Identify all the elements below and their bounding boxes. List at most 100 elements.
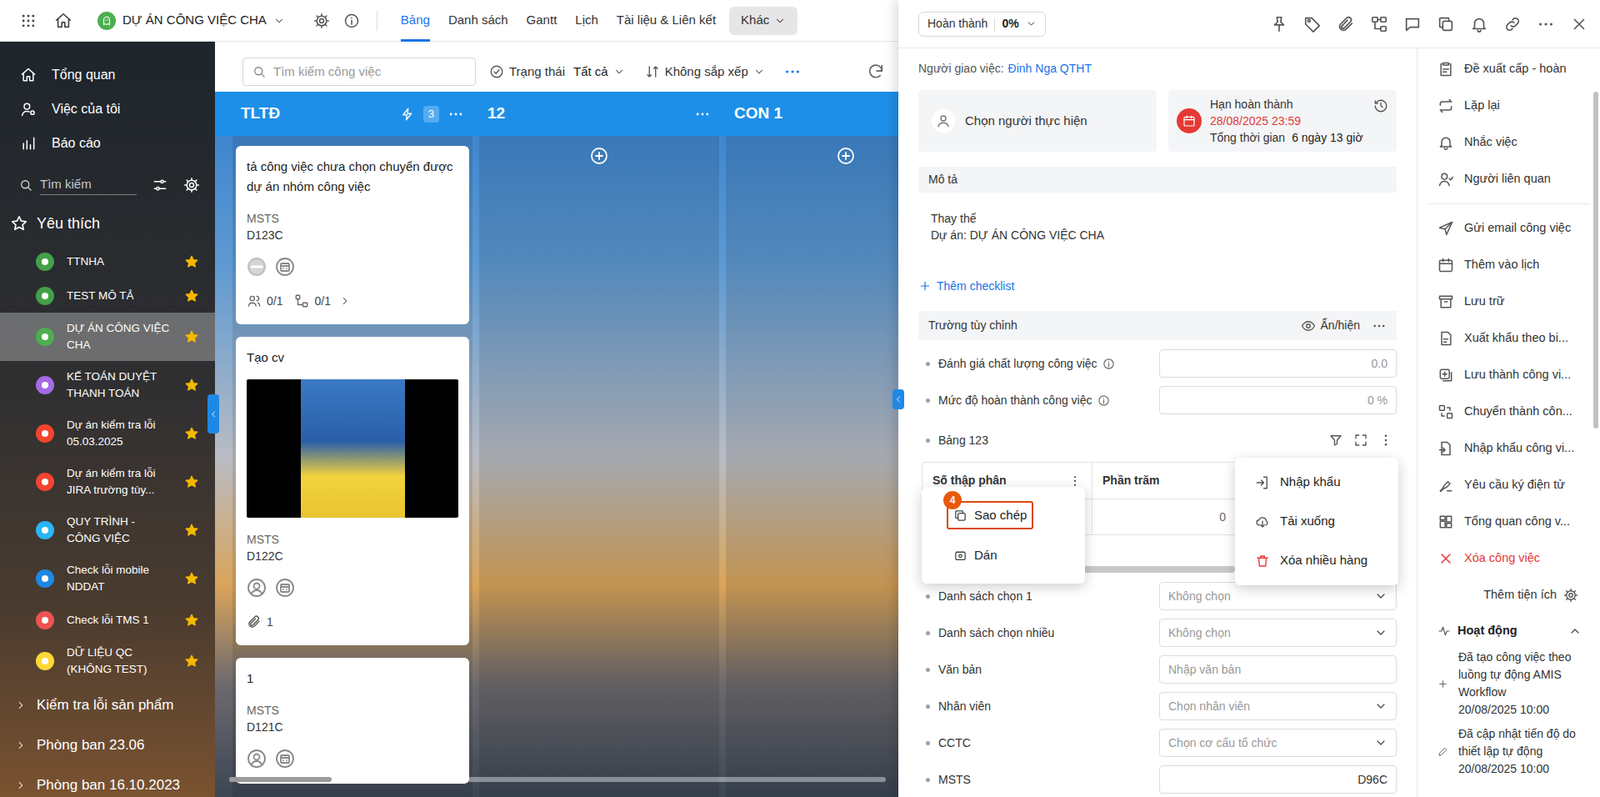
refresh-button[interactable] [866, 62, 885, 81]
favorite-project[interactable]: Check lỗi TMS 1 [0, 602, 215, 637]
star-toggle[interactable] [184, 653, 200, 669]
project-group[interactable]: Phòng ban 23.06 [0, 725, 215, 765]
structure-button[interactable] [1370, 15, 1389, 34]
view-tab[interactable]: Gantt [526, 0, 558, 42]
star-toggle[interactable] [184, 474, 200, 490]
filter-button[interactable] [151, 176, 169, 194]
star-toggle[interactable] [184, 329, 200, 345]
field-input[interactable]: 0 % [1159, 385, 1397, 415]
field-input[interactable]: D96C [1159, 765, 1397, 794]
action-item[interactable]: Đề xuất cấp - hoàn [1417, 50, 1600, 88]
favorite-project[interactable]: Check lỗi mobile NDDAT [0, 554, 215, 603]
table-header-cell[interactable]: Phần trăm [1091, 462, 1236, 499]
info-button[interactable] [343, 12, 360, 30]
more-button[interactable] [1536, 15, 1555, 34]
duplicate-button[interactable] [1436, 15, 1455, 34]
due-date-button[interactable] [275, 256, 295, 277]
attach-button[interactable] [1336, 15, 1355, 34]
favorite-project[interactable]: TEST MÔ TẢ [0, 278, 215, 313]
action-item[interactable]: Chuyển thành côn... [1417, 393, 1600, 430]
expand-toggle[interactable] [15, 779, 27, 791]
menu-item[interactable]: Tải xuống [1235, 501, 1399, 541]
favorite-project[interactable]: DỮ LIỆU QC (KHÔNG TEST) [0, 636, 215, 685]
tag-button[interactable] [1303, 15, 1322, 34]
home-button[interactable] [54, 11, 73, 30]
action-item[interactable]: Lưu thành công vi... [1417, 356, 1600, 394]
action-item[interactable]: Thêm vào lịch [1417, 246, 1600, 284]
project-group[interactable]: Phòng ban 16.10.2023 [0, 765, 215, 797]
collapse-sidebar-button[interactable] [207, 394, 220, 434]
menu-item[interactable]: Xóa nhiều hàng [1235, 540, 1399, 580]
field-input[interactable]: 0.0 [1159, 349, 1397, 378]
action-item[interactable]: Xuất khẩu theo bi... [1417, 320, 1600, 357]
task-card[interactable]: Tạo cvMSTSD122C1 [235, 336, 470, 645]
activity-header[interactable]: Hoạt động [1417, 613, 1600, 649]
star-toggle[interactable] [184, 425, 200, 441]
star-toggle[interactable] [184, 612, 200, 628]
favorite-project[interactable]: DỰ ÁN CÔNG VIỆC CHA [0, 312, 215, 361]
assignee-avatar[interactable] [246, 256, 267, 277]
description[interactable]: Thay thếDự án: DỰ ÁN CÔNG VIỆC CHA [918, 192, 1397, 244]
notify-button[interactable] [1470, 15, 1489, 34]
view-tab[interactable]: Bảng [400, 0, 430, 42]
comment-button[interactable] [1403, 15, 1422, 34]
menu-item[interactable]: Sao chép4 [921, 495, 1085, 535]
status-filter[interactable]: Trạng tháiTất cả [489, 62, 625, 82]
field-input[interactable]: Chọn nhân viên [1159, 691, 1397, 720]
project-switcher[interactable]: DỰ ÁN CÔNG VIỆC CHA [97, 10, 285, 30]
assignee-avatar[interactable] [246, 577, 267, 598]
assigner-name[interactable]: Đinh Nga QTHT [1008, 60, 1092, 77]
toggle-visibility[interactable]: Ẩn/hiện [1300, 316, 1360, 335]
field-input[interactable]: Không chọn [1159, 581, 1397, 610]
action-item[interactable]: Người liên quan [1417, 160, 1600, 198]
nav-item[interactable]: Việc của tôi [0, 91, 215, 126]
history-button[interactable] [1373, 98, 1389, 114]
filter-button[interactable] [1328, 432, 1344, 448]
view-tab[interactable]: Lịch [575, 0, 599, 42]
view-tab[interactable]: Tài liệu & Liên kết [616, 0, 716, 42]
task-card[interactable]: tả công việc chưa chọn chuyển được dự án… [235, 145, 470, 325]
due-date-button[interactable] [275, 577, 295, 598]
close-button[interactable] [1570, 15, 1589, 34]
action-item[interactable]: Yêu cầu ký điện tử [1417, 466, 1600, 504]
column-menu-button[interactable] [694, 105, 711, 123]
nav-item[interactable]: Báo cáo [0, 125, 215, 160]
deadline-box[interactable]: Hạn hoàn thành28/08/2025 23:59Tổng thời … [1168, 90, 1397, 152]
star-toggle[interactable] [184, 377, 200, 393]
action-item[interactable]: Lưu trữ [1417, 283, 1600, 320]
expand-button[interactable] [1353, 432, 1369, 448]
favorite-project[interactable]: QUY TRÌNH - CÔNG VIỆC [0, 505, 215, 555]
action-item[interactable]: Xóa công việc [1417, 540, 1600, 577]
collapse-toggle[interactable] [1568, 624, 1582, 638]
action-item[interactable]: Gửi email công việc [1417, 210, 1600, 247]
automation-indicator[interactable] [400, 106, 415, 122]
nav-item[interactable]: Tổng quan [0, 57, 215, 92]
assignee-avatar[interactable] [246, 748, 267, 769]
action-item[interactable]: Nhập khẩu công vi... [1417, 430, 1600, 467]
sidebar-search-input[interactable] [40, 175, 137, 195]
status-dropdown[interactable]: Hoàn thành0% [918, 11, 1046, 37]
star-toggle[interactable] [184, 522, 200, 538]
add-task-button[interactable] [482, 145, 716, 166]
action-item[interactable]: Lặp lại [1417, 87, 1600, 125]
sort-dropdown[interactable]: Không sắp xếp [645, 62, 765, 82]
apps-button[interactable] [20, 12, 37, 30]
info-button[interactable] [1102, 357, 1115, 370]
star-toggle[interactable] [184, 570, 200, 586]
view-tab[interactable]: Danh sách [448, 0, 509, 42]
column-header[interactable]: TLTĐ3 [232, 91, 473, 136]
task-search-input[interactable] [273, 62, 475, 82]
menu-item[interactable]: Dán [921, 535, 1085, 575]
collapse-panel-button[interactable] [892, 389, 905, 410]
star-toggle[interactable] [184, 254, 200, 270]
add-widget-button[interactable]: Thêm tiện ích [1417, 576, 1600, 614]
due-date-button[interactable] [275, 748, 295, 769]
actions-scrollbar[interactable] [1593, 91, 1599, 429]
settings-button[interactable] [183, 176, 200, 194]
field-input[interactable]: Không chọn [1159, 618, 1397, 647]
field-input[interactable]: Chọn cơ cấu tổ chức [1159, 728, 1397, 757]
info-button[interactable] [1097, 394, 1110, 407]
column-header[interactable]: 12 [479, 91, 720, 136]
more-button[interactable] [1371, 318, 1387, 334]
action-item[interactable]: Tổng quan công v... [1417, 503, 1600, 540]
